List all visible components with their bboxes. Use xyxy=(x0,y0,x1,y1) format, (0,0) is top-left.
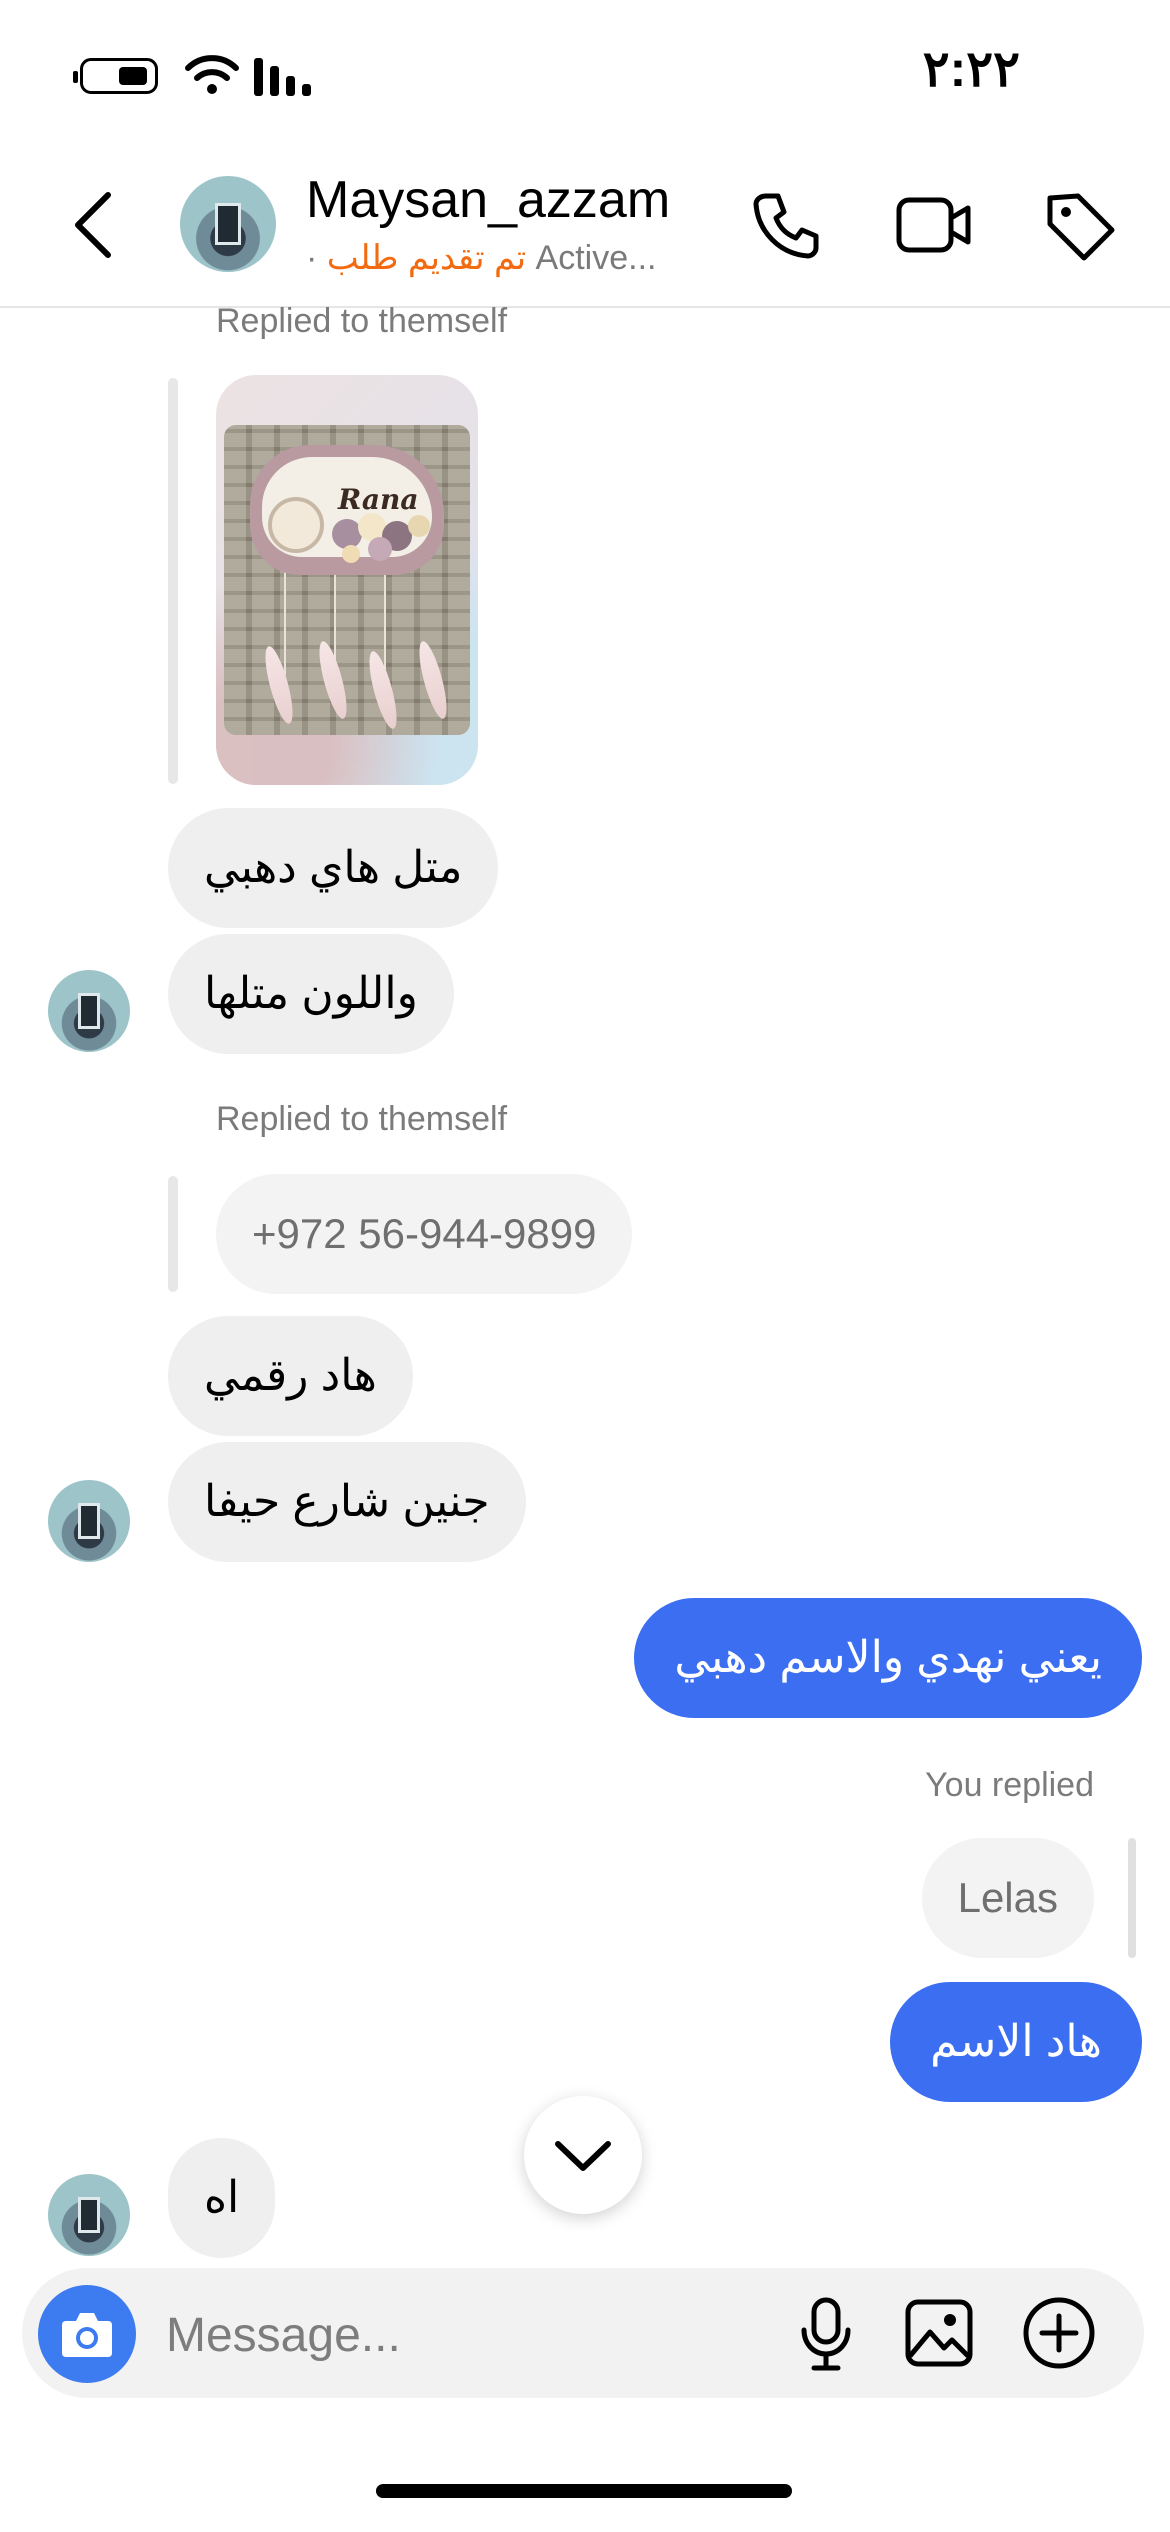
chevron-down-icon xyxy=(555,2141,611,2171)
replied-label: Replied to themself xyxy=(216,302,508,340)
plus-circle-icon[interactable] xyxy=(1022,2296,1096,2370)
quoted-message[interactable]: +972 56-944-9899 xyxy=(216,1174,633,1294)
header-username[interactable]: Maysan_azzam xyxy=(306,170,670,230)
shared-photo[interactable]: Rana xyxy=(216,375,478,785)
message-input[interactable] xyxy=(166,2295,726,2375)
header-avatar[interactable] xyxy=(180,176,276,272)
status-arabic: تم تقديم طلب xyxy=(326,239,527,277)
home-indicator xyxy=(376,2484,792,2498)
scroll-to-bottom-button[interactable] xyxy=(524,2096,642,2214)
phone-icon[interactable] xyxy=(752,190,822,260)
outgoing-message[interactable]: يعني نهدي والاسم دهبي xyxy=(634,1598,1142,1718)
sender-avatar xyxy=(48,2174,130,2256)
header-status: · تم تقديم طلب Active... xyxy=(306,238,656,278)
reply-bar xyxy=(168,1176,178,1292)
sender-avatar xyxy=(48,970,130,1052)
message-bubble[interactable]: واللون متلها xyxy=(168,934,454,1054)
wifi-icon xyxy=(185,55,239,94)
you-replied-label: You replied xyxy=(925,1766,1094,1804)
message-bubble[interactable]: جنين شارع حيفا xyxy=(168,1442,526,1562)
message-bubble[interactable]: هاد رقمي xyxy=(168,1316,413,1436)
camera-button[interactable] xyxy=(38,2285,136,2383)
sender-avatar xyxy=(48,1480,130,1562)
status-active: Active... xyxy=(535,239,657,277)
battery-icon xyxy=(73,58,158,94)
signal-icon xyxy=(254,58,311,96)
replied-label: Replied to themself xyxy=(216,1100,508,1138)
tag-icon[interactable] xyxy=(1044,190,1116,262)
video-camera-icon[interactable] xyxy=(896,194,972,256)
status-time: ٢:٢٢ xyxy=(922,41,1020,97)
message-bubble[interactable]: متل هاي دهبي xyxy=(168,808,499,928)
reply-bar xyxy=(1128,1838,1136,1958)
quoted-message[interactable]: Lelas xyxy=(921,1838,1094,1958)
photo-rana-text: Rana xyxy=(338,483,419,516)
image-icon[interactable] xyxy=(904,2298,974,2368)
reply-bar xyxy=(168,378,178,784)
outgoing-message[interactable]: هاد الاسم xyxy=(890,1982,1142,2102)
back-chevron-icon[interactable] xyxy=(70,190,116,260)
message-bubble[interactable]: اه xyxy=(168,2138,276,2258)
status-dot: · xyxy=(306,239,318,277)
camera-icon xyxy=(62,2313,112,2357)
microphone-icon[interactable] xyxy=(798,2296,854,2372)
header-divider xyxy=(0,306,1170,308)
